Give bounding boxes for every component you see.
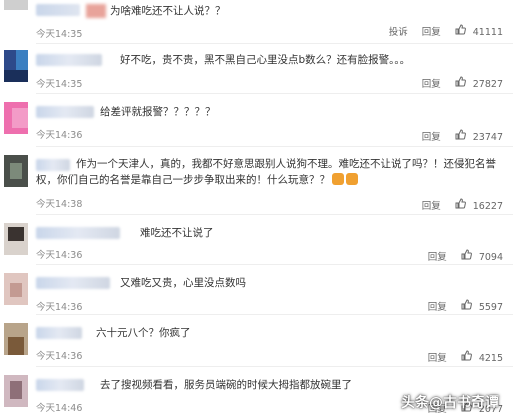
reply-button[interactable]: 回复 [422,76,441,90]
like-count: 5597 [478,302,503,313]
username-blurred[interactable] [36,277,110,289]
avatar[interactable] [4,273,28,305]
avatar[interactable] [4,223,28,255]
comment-item: 又难吃又贵，心里没点数吗 今天14:36 回复 5597 [0,265,513,315]
comment-actions: 回复 16227 [422,198,503,212]
like-button[interactable]: 41111 [455,24,503,38]
comment-text: 作为一个天津人，真的，我都不好意思跟别人说狗不理。难吃还不让说了吗？！还侵犯名誉… [36,158,496,186]
report-button[interactable]: 投诉 [389,24,408,38]
thumbs-up-icon [461,249,472,260]
user-badge-blurred [86,4,106,18]
like-count: 7094 [478,252,503,263]
thumbs-up-icon [455,129,466,140]
thumbs-up-icon [455,24,466,35]
comment-time: 今天14:36 [36,351,83,362]
avatar[interactable] [4,0,28,10]
like-button[interactable]: 4215 [461,350,503,364]
comment-time: 今天14:38 [36,199,83,210]
like-button[interactable]: 23747 [455,129,503,143]
reply-button[interactable]: 回复 [428,249,447,263]
like-count: 4215 [478,353,503,364]
username-blurred[interactable] [36,54,102,66]
comment-actions: 投诉 回复 41111 [389,24,503,38]
angry-face-emoji-icon [332,173,344,185]
comment-text: 为啥难吃还不让人说？？ [110,5,226,17]
comment-text: 难吃还不让说了 [140,227,214,239]
angry-face-emoji-icon [346,173,358,185]
reply-button[interactable]: 回复 [428,350,447,364]
comment-item: 六十元八个？你疯了 今天14:36 回复 4215 [0,315,513,367]
comment-actions: 回复 7094 [428,249,503,263]
thumbs-up-icon [455,76,466,87]
reply-button[interactable]: 回复 [422,198,441,212]
avatar[interactable] [4,50,28,82]
reply-button[interactable]: 回复 [422,24,441,38]
thumbs-up-icon [461,350,472,361]
username-blurred[interactable] [36,4,80,16]
like-button[interactable]: 7094 [461,249,503,263]
avatar[interactable] [4,375,28,407]
comment-item: 好不吃，贵不贵，黑不黑自己心里没点b数么？还有脸报警。。。 今天14:35 回复… [0,44,513,94]
comment-text: 六十元八个？你疯了 [96,327,191,339]
comment-text: 去了搜视频看看，服务员端碗的时候大拇指都放碗里了 [100,379,352,391]
comment-text: 又难吃又贵，心里没点数吗 [120,277,246,289]
comment-actions: 回复 4215 [428,350,503,364]
comment-time: 今天14:46 [36,403,83,414]
like-count: 27827 [472,79,503,90]
comment-text: 给差评就报警？？？？？ [100,106,216,118]
avatar[interactable] [4,155,28,187]
watermark: 头条@古书奇谭 [401,395,499,411]
comment-item: 给差评就报警？？？？？ 今天14:36 回复 23747 [0,94,513,147]
comment-time: 今天14:35 [36,29,83,40]
username-blurred[interactable] [36,379,84,391]
username-blurred[interactable] [36,106,94,118]
avatar[interactable] [4,102,28,134]
like-button[interactable]: 16227 [455,198,503,212]
like-count: 41111 [472,27,503,38]
comment-item: 为啥难吃还不让人说？？ 今天14:35 投诉 回复 41111 [0,0,513,44]
thumbs-up-icon [461,299,472,310]
reply-button[interactable]: 回复 [422,129,441,143]
comment-time: 今天14:35 [36,79,83,90]
username-blurred[interactable] [36,327,82,339]
like-count: 16227 [472,201,503,212]
like-button[interactable]: 27827 [455,76,503,90]
like-button[interactable]: 5597 [461,299,503,313]
comment-time: 今天14:36 [36,130,83,141]
comment-text: 好不吃，贵不贵，黑不黑自己心里没点b数么？还有脸报警。。。 [120,54,411,66]
comment-time: 今天14:36 [36,250,83,261]
comment-actions: 回复 5597 [428,299,503,313]
thumbs-up-icon [455,198,466,209]
like-count: 23747 [472,132,503,143]
reply-button[interactable]: 回复 [428,299,447,313]
comment-item: 作为一个天津人，真的，我都不好意思跟别人说狗不理。难吃还不让说了吗？！还侵犯名誉… [0,147,513,215]
comment-actions: 回复 23747 [422,129,503,143]
avatar[interactable] [4,323,28,355]
username-blurred[interactable] [36,227,120,239]
comment-actions: 回复 27827 [422,76,503,90]
comment-time: 今天14:36 [36,302,83,313]
comment-item: 难吃还不让说了 今天14:36 回复 7094 [0,215,513,265]
